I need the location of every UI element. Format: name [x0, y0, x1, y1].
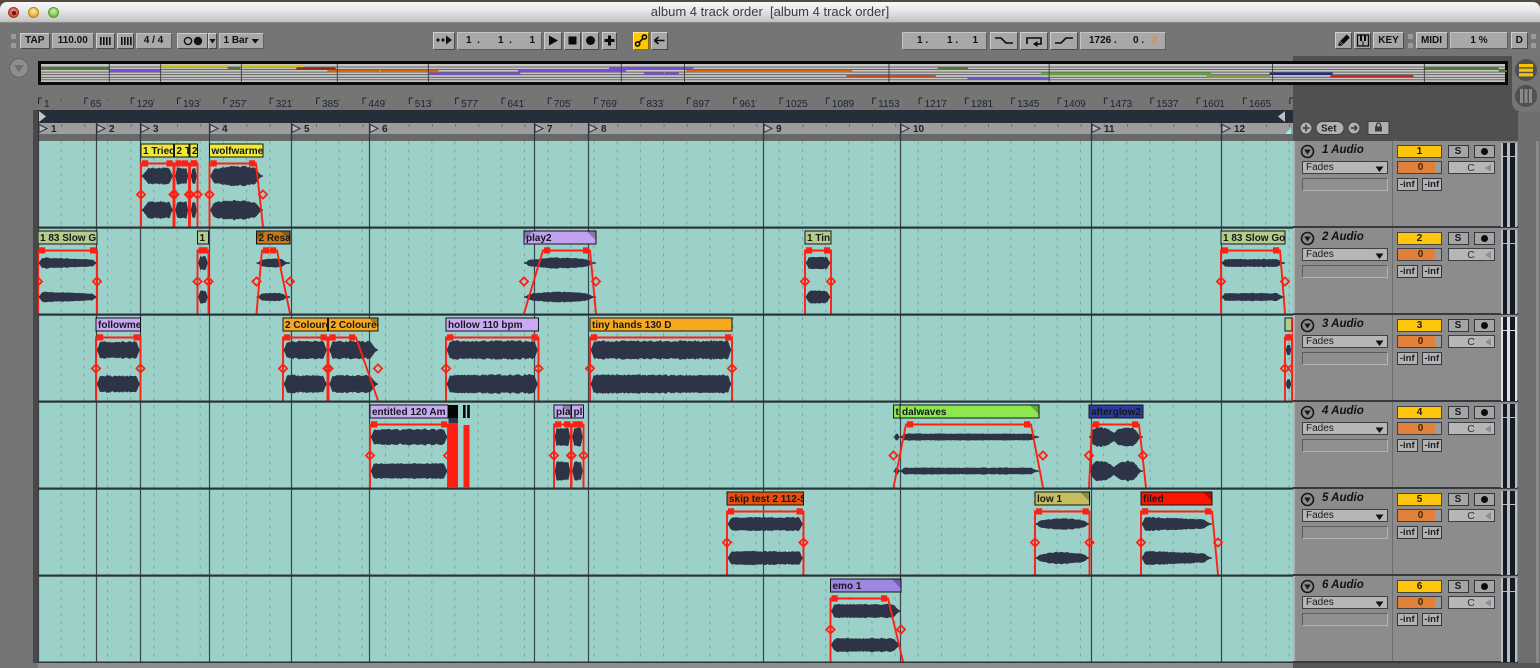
svg-text:6: 6 [382, 124, 388, 135]
svg-text:1601: 1601 [1203, 99, 1226, 110]
svg-text:7: 7 [547, 124, 553, 135]
svg-text:1473: 1473 [1110, 99, 1133, 110]
svg-text:1 Tin: 1 Tin [807, 233, 830, 244]
svg-text:pla: pla [556, 407, 571, 418]
svg-text:1345: 1345 [1017, 99, 1040, 110]
svg-text:833: 833 [647, 99, 664, 110]
svg-text:1217: 1217 [925, 99, 948, 110]
svg-text:1153: 1153 [878, 99, 900, 110]
svg-text:10: 10 [913, 124, 925, 135]
svg-text:257: 257 [229, 99, 246, 110]
svg-text:513: 513 [415, 99, 432, 110]
svg-text:1 83 Slow G: 1 83 Slow G [40, 233, 96, 244]
svg-text:9: 9 [776, 124, 782, 135]
svg-text:449: 449 [368, 99, 385, 110]
svg-text:dalwaves: dalwaves [902, 407, 947, 418]
svg-text:entitled 120 Am: entitled 120 Am [372, 407, 446, 418]
svg-text:577: 577 [461, 99, 478, 110]
svg-text:emo 1: emo 1 [833, 581, 862, 592]
svg-text:afterglow2: afterglow2 [1091, 407, 1141, 418]
svg-text:193: 193 [183, 99, 200, 110]
svg-text:2 Coloure: 2 Coloure [285, 320, 332, 331]
svg-text:1537: 1537 [1156, 99, 1179, 110]
svg-text:8: 8 [601, 124, 607, 135]
svg-text:5: 5 [304, 124, 310, 135]
svg-text:wolfwarmer: wolfwarmer [211, 146, 268, 157]
svg-text:tiny hands 130 D: tiny hands 130 D [592, 320, 671, 331]
svg-text:129: 129 [137, 99, 154, 110]
svg-text:hollow 110 bpm: hollow 110 bpm [448, 320, 523, 331]
svg-text:filed: filed [1143, 494, 1164, 505]
svg-text:897: 897 [693, 99, 710, 110]
svg-text:11: 11 [1104, 124, 1115, 135]
svg-text:pl: pl [574, 407, 583, 418]
svg-text:961: 961 [739, 99, 756, 110]
svg-text:1: 1 [200, 233, 206, 244]
svg-text:followme: followme [98, 320, 142, 331]
svg-text:2 T: 2 T [177, 146, 191, 157]
svg-text:4: 4 [222, 124, 228, 135]
svg-text:1 83 Slow Go: 1 83 Slow Go [1223, 233, 1285, 244]
svg-text:1: 1 [51, 124, 57, 135]
svg-text:1089: 1089 [832, 99, 855, 110]
svg-text:705: 705 [554, 99, 571, 110]
svg-text:low 1: low 1 [1037, 494, 1062, 505]
svg-text:385: 385 [322, 99, 339, 110]
svg-text:3: 3 [153, 124, 159, 135]
svg-text:Set: Set [1321, 124, 1337, 135]
svg-text:skip test 2 112-S: skip test 2 112-S [729, 494, 807, 505]
svg-text:2 Resa: 2 Resa [259, 233, 292, 244]
svg-text:321: 321 [276, 99, 293, 110]
svg-text:2: 2 [192, 146, 198, 157]
svg-text:1025: 1025 [786, 99, 809, 110]
svg-text:12: 12 [1234, 124, 1246, 135]
svg-text:65: 65 [90, 99, 102, 110]
svg-text:641: 641 [508, 99, 525, 110]
svg-text:1665: 1665 [1249, 99, 1272, 110]
svg-text:769: 769 [600, 99, 617, 110]
svg-text:1: 1 [44, 99, 50, 110]
svg-text:1 Tried: 1 Tried [143, 146, 175, 157]
svg-text:2: 2 [109, 124, 115, 135]
svg-text:1281: 1281 [971, 99, 994, 110]
svg-text:2 Coloured: 2 Coloured [331, 320, 383, 331]
svg-text:play2: play2 [526, 233, 552, 244]
svg-text:1409: 1409 [1064, 99, 1087, 110]
